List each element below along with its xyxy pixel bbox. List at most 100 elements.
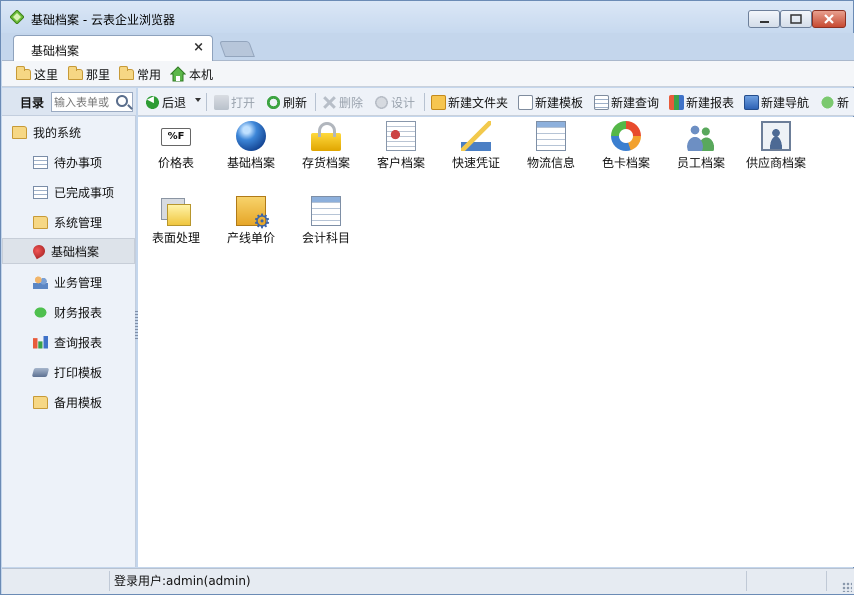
close-icon bbox=[824, 14, 834, 24]
tab-close-icon[interactable]: × bbox=[193, 40, 204, 55]
sidebar-title: 目录 bbox=[20, 96, 45, 110]
title-bar[interactable]: 基础档案 - 云表企业浏览器 bbox=[1, 1, 853, 33]
new-nav-icon bbox=[744, 94, 759, 110]
tree-label: 备用模板 bbox=[54, 395, 103, 410]
new-tab-button[interactable] bbox=[219, 41, 255, 57]
tree-label: 已完成事项 bbox=[54, 185, 115, 200]
minimize-button[interactable] bbox=[748, 10, 780, 28]
grid-item-inventory-archive[interactable]: 存货档案 bbox=[289, 119, 363, 187]
new-nav-button[interactable]: 新建导航 bbox=[744, 94, 809, 110]
refresh-button[interactable]: 刷新 bbox=[266, 94, 307, 110]
toolbar-divider bbox=[424, 93, 425, 111]
search-icon[interactable] bbox=[116, 95, 128, 107]
grid-item-line-unit-price[interactable]: 产线单价 bbox=[214, 194, 288, 262]
sidebar-tree: 目录 我的系统 待办事项 已完成事项 系统管理 基础档案 业务管理 bbox=[2, 88, 136, 567]
toolbar-label: 新建查询 bbox=[611, 95, 660, 110]
grid-item-logistics[interactable]: 物流信息 bbox=[514, 119, 588, 187]
close-window-button[interactable] bbox=[812, 10, 846, 28]
grid-item-quick-voucher[interactable]: 快速凭证 bbox=[439, 119, 513, 187]
layers-icon bbox=[167, 204, 191, 226]
back-button[interactable]: 后退 bbox=[145, 94, 186, 110]
grid-item-supplier-archive[interactable]: 供应商档案 bbox=[739, 119, 813, 187]
grid-item-accounting-subjects[interactable]: 会计科目 bbox=[289, 194, 363, 262]
bar-chart-icon bbox=[33, 335, 48, 349]
tree-root-my-system[interactable]: 我的系统 bbox=[2, 119, 135, 145]
grid-item-price-list[interactable]: %F 价格表 bbox=[139, 119, 213, 187]
design-button[interactable]: 设计 bbox=[374, 94, 415, 110]
sidebar-item-finance-reports[interactable]: 财务报表 bbox=[2, 299, 135, 325]
new-folder-button[interactable]: 新建文件夹 bbox=[431, 94, 508, 110]
sidebar-item-todo[interactable]: 待办事项 bbox=[2, 149, 135, 175]
window-title: 基础档案 - 云表企业浏览器 bbox=[31, 13, 175, 27]
tree-label: 查询报表 bbox=[54, 335, 103, 350]
new-report-icon bbox=[669, 94, 684, 110]
status-bar: 登录用户:admin(admin) bbox=[2, 568, 854, 594]
sidebar-item-spare-templates[interactable]: 备用模板 bbox=[2, 389, 135, 415]
toolbar-label: 删除 bbox=[339, 95, 364, 110]
new-template-button[interactable]: 新建模板 bbox=[518, 94, 583, 110]
globe-icon bbox=[236, 121, 266, 151]
toolbar-label: 新建模板 bbox=[535, 95, 584, 110]
money-icon bbox=[33, 305, 48, 319]
refresh-icon bbox=[266, 94, 281, 110]
status-cell-empty bbox=[2, 571, 110, 591]
home-icon bbox=[170, 66, 186, 82]
sidebar-item-print-templates[interactable]: 打印模板 bbox=[2, 359, 135, 385]
bookmark-label: 那里 bbox=[86, 67, 111, 82]
grid-item-label: 供应商档案 bbox=[745, 156, 806, 170]
grid-item-employee-archive[interactable]: 员工档案 bbox=[664, 119, 738, 187]
toolbar-label: 新建导航 bbox=[761, 95, 810, 110]
sidebar-item-system-admin[interactable]: 系统管理 bbox=[2, 209, 135, 235]
sidebar-item-basic-archive[interactable]: 基础档案 bbox=[2, 238, 135, 264]
bookmark-here[interactable]: 这里 bbox=[16, 65, 59, 82]
open-icon bbox=[214, 94, 229, 110]
delete-button[interactable]: 删除 bbox=[322, 94, 363, 110]
bookmark-local[interactable]: 本机 bbox=[170, 66, 213, 82]
table-icon bbox=[536, 121, 566, 151]
tab-basic-archive[interactable]: 基础档案 × bbox=[13, 35, 213, 61]
resize-grip-icon[interactable] bbox=[842, 582, 852, 592]
new-report-button[interactable]: 新建报表 bbox=[669, 94, 734, 110]
app-logo-icon bbox=[10, 10, 24, 24]
folder-icon bbox=[33, 215, 48, 229]
toolbar-divider bbox=[206, 93, 207, 111]
toolbar-label: 设计 bbox=[391, 95, 416, 110]
back-arrow-icon bbox=[145, 94, 160, 110]
bookmark-there[interactable]: 那里 bbox=[68, 65, 111, 82]
grid-item-surface-treatment[interactable]: 表面处理 bbox=[139, 194, 213, 262]
sidebar-item-query-reports[interactable]: 查询报表 bbox=[2, 329, 135, 355]
sidebar-item-done[interactable]: 已完成事项 bbox=[2, 179, 135, 205]
list-icon bbox=[33, 155, 48, 169]
new-template-icon bbox=[518, 94, 533, 110]
tree-label: 业务管理 bbox=[54, 275, 103, 290]
back-dropdown-icon[interactable] bbox=[195, 98, 201, 102]
sidebar-item-business[interactable]: 业务管理 bbox=[2, 269, 135, 295]
tree-label: 财务报表 bbox=[54, 305, 103, 320]
ruler-icon bbox=[461, 121, 491, 151]
archive-icon-grid: %F 价格表 基础档案 存货档案 客户档案 快速凭证 物流信息 色卡档案 员工档… bbox=[138, 117, 854, 567]
status-cell-empty bbox=[747, 571, 827, 591]
new-query-button[interactable]: 新建查询 bbox=[594, 94, 659, 110]
folder-icon bbox=[119, 65, 134, 80]
toolbar-divider bbox=[315, 93, 316, 111]
minimize-icon bbox=[760, 21, 769, 23]
new-more-icon bbox=[820, 94, 835, 110]
bookmark-label: 本机 bbox=[189, 67, 214, 82]
tab-bar: 基础档案 × bbox=[2, 33, 854, 61]
bookmark-bar: 这里 那里 常用 本机 bbox=[2, 61, 854, 87]
grid-item-basic-archive[interactable]: 基础档案 bbox=[214, 119, 288, 187]
grid-item-color-card[interactable]: 色卡档案 bbox=[589, 119, 663, 187]
maximize-button[interactable] bbox=[780, 10, 812, 28]
pin-icon bbox=[30, 242, 48, 260]
table-icon bbox=[311, 196, 341, 226]
open-button[interactable]: 打开 bbox=[214, 94, 255, 110]
tree-label: 系统管理 bbox=[54, 215, 103, 230]
grid-item-customer-archive[interactable]: 客户档案 bbox=[364, 119, 438, 187]
bookmark-label: 这里 bbox=[34, 67, 59, 82]
toolbar-label: 新建文件夹 bbox=[448, 95, 509, 110]
bookmark-common[interactable]: 常用 bbox=[119, 65, 161, 82]
new-more-button[interactable]: 新 bbox=[820, 94, 849, 110]
browser-window: 基础档案 - 云表企业浏览器 基础档案 × 这里 那里 常用 本机 目录 输入表… bbox=[0, 0, 854, 595]
users-icon bbox=[33, 275, 48, 289]
price-tag-icon: %F bbox=[161, 128, 191, 146]
